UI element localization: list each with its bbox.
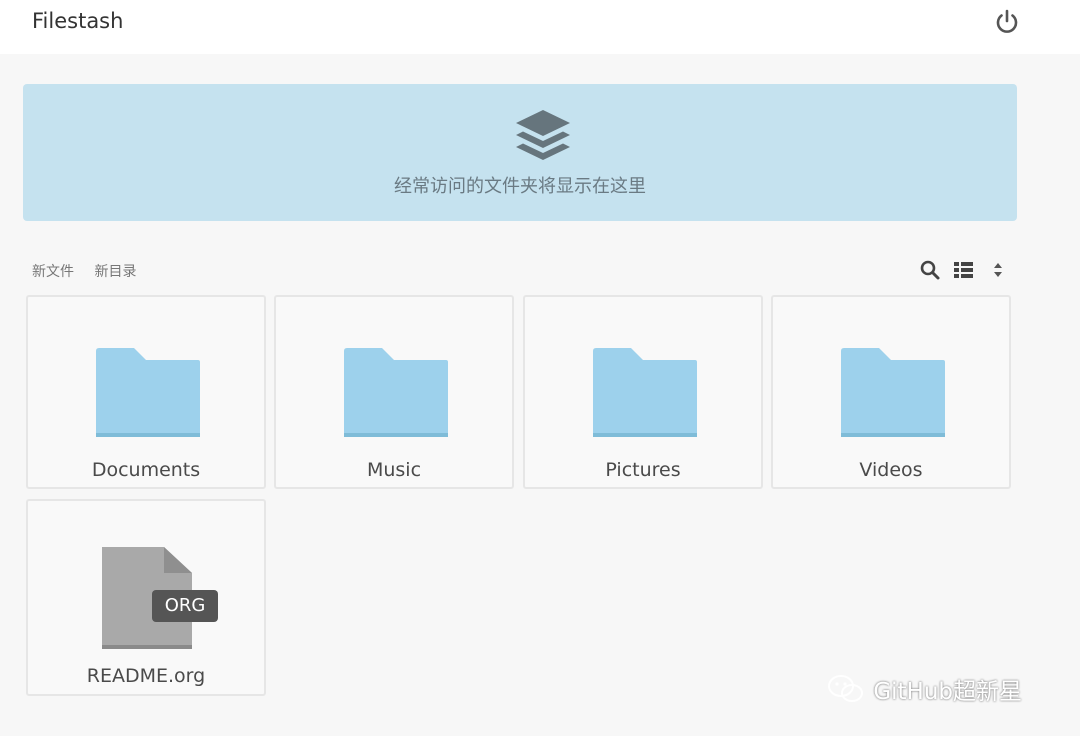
- file-card-readme[interactable]: ORG README.org: [26, 499, 266, 696]
- folder-card-videos[interactable]: Videos: [771, 295, 1011, 489]
- new-file-link[interactable]: 新文件: [32, 264, 74, 280]
- search-icon[interactable]: [918, 259, 942, 281]
- folder-icon: [96, 348, 200, 437]
- power-icon[interactable]: [992, 7, 1022, 37]
- watermark: GitHub超新星: [826, 672, 1022, 706]
- folder-name: Documents: [91, 459, 201, 481]
- folder-name: Pictures: [605, 459, 681, 481]
- watermark-text: GitHub超新星: [873, 679, 1023, 705]
- layers-icon: [512, 108, 574, 168]
- folder-card-music[interactable]: Music: [274, 295, 514, 489]
- file-type-badge: ORG: [152, 590, 218, 622]
- folder-icon: [344, 348, 448, 437]
- banner-message: 经常访问的文件夹将显示在这里: [394, 176, 646, 197]
- folder-name: Music: [366, 459, 422, 481]
- frequent-folders-banner: 经常访问的文件夹将显示在这里: [23, 84, 1017, 221]
- list-view-icon[interactable]: [952, 259, 976, 281]
- new-directory-link[interactable]: 新目录: [94, 264, 136, 280]
- sort-icon[interactable]: [986, 259, 1010, 281]
- folder-icon: [593, 348, 697, 437]
- folder-card-pictures[interactable]: Pictures: [523, 295, 763, 489]
- app-title: Filestash: [32, 9, 124, 33]
- folder-name: Videos: [859, 459, 923, 481]
- top-bar: Filestash: [0, 0, 1080, 54]
- action-links: 新文件 新目录: [32, 261, 152, 281]
- folder-icon: [841, 348, 945, 437]
- folder-card-documents[interactable]: Documents: [26, 295, 266, 489]
- file-name: README.org: [86, 665, 206, 687]
- wechat-icon: [828, 675, 863, 702]
